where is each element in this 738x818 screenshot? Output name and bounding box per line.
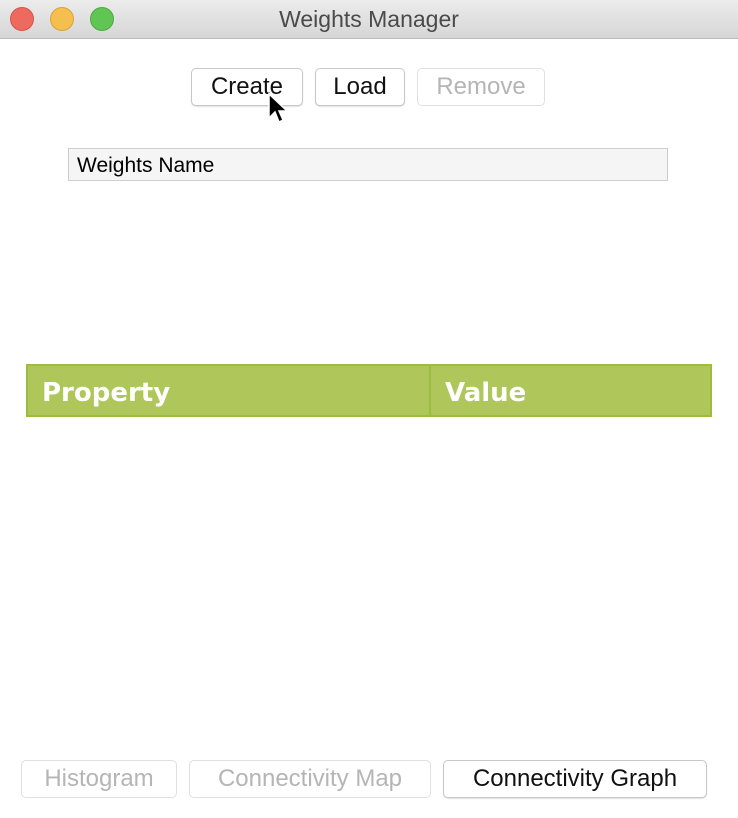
histogram-button[interactable]: Histogram [21, 760, 177, 798]
connectivity-map-button[interactable]: Connectivity Map [189, 760, 431, 798]
weights-list-header[interactable]: Weights Name [68, 148, 668, 181]
remove-button[interactable]: Remove [417, 68, 545, 106]
load-button[interactable]: Load [315, 68, 405, 106]
weights-name-column: Weights Name [77, 154, 215, 177]
window-title: Weights Manager [279, 6, 459, 32]
value-column-header: Value [445, 378, 527, 408]
mouse-cursor-icon [268, 92, 289, 124]
connectivity-graph-button[interactable]: Connectivity Graph [443, 760, 707, 798]
property-column-header: Property [28, 366, 431, 415]
title-bar: Weights Manager [0, 0, 738, 39]
properties-table-header: Property Value [26, 364, 712, 417]
